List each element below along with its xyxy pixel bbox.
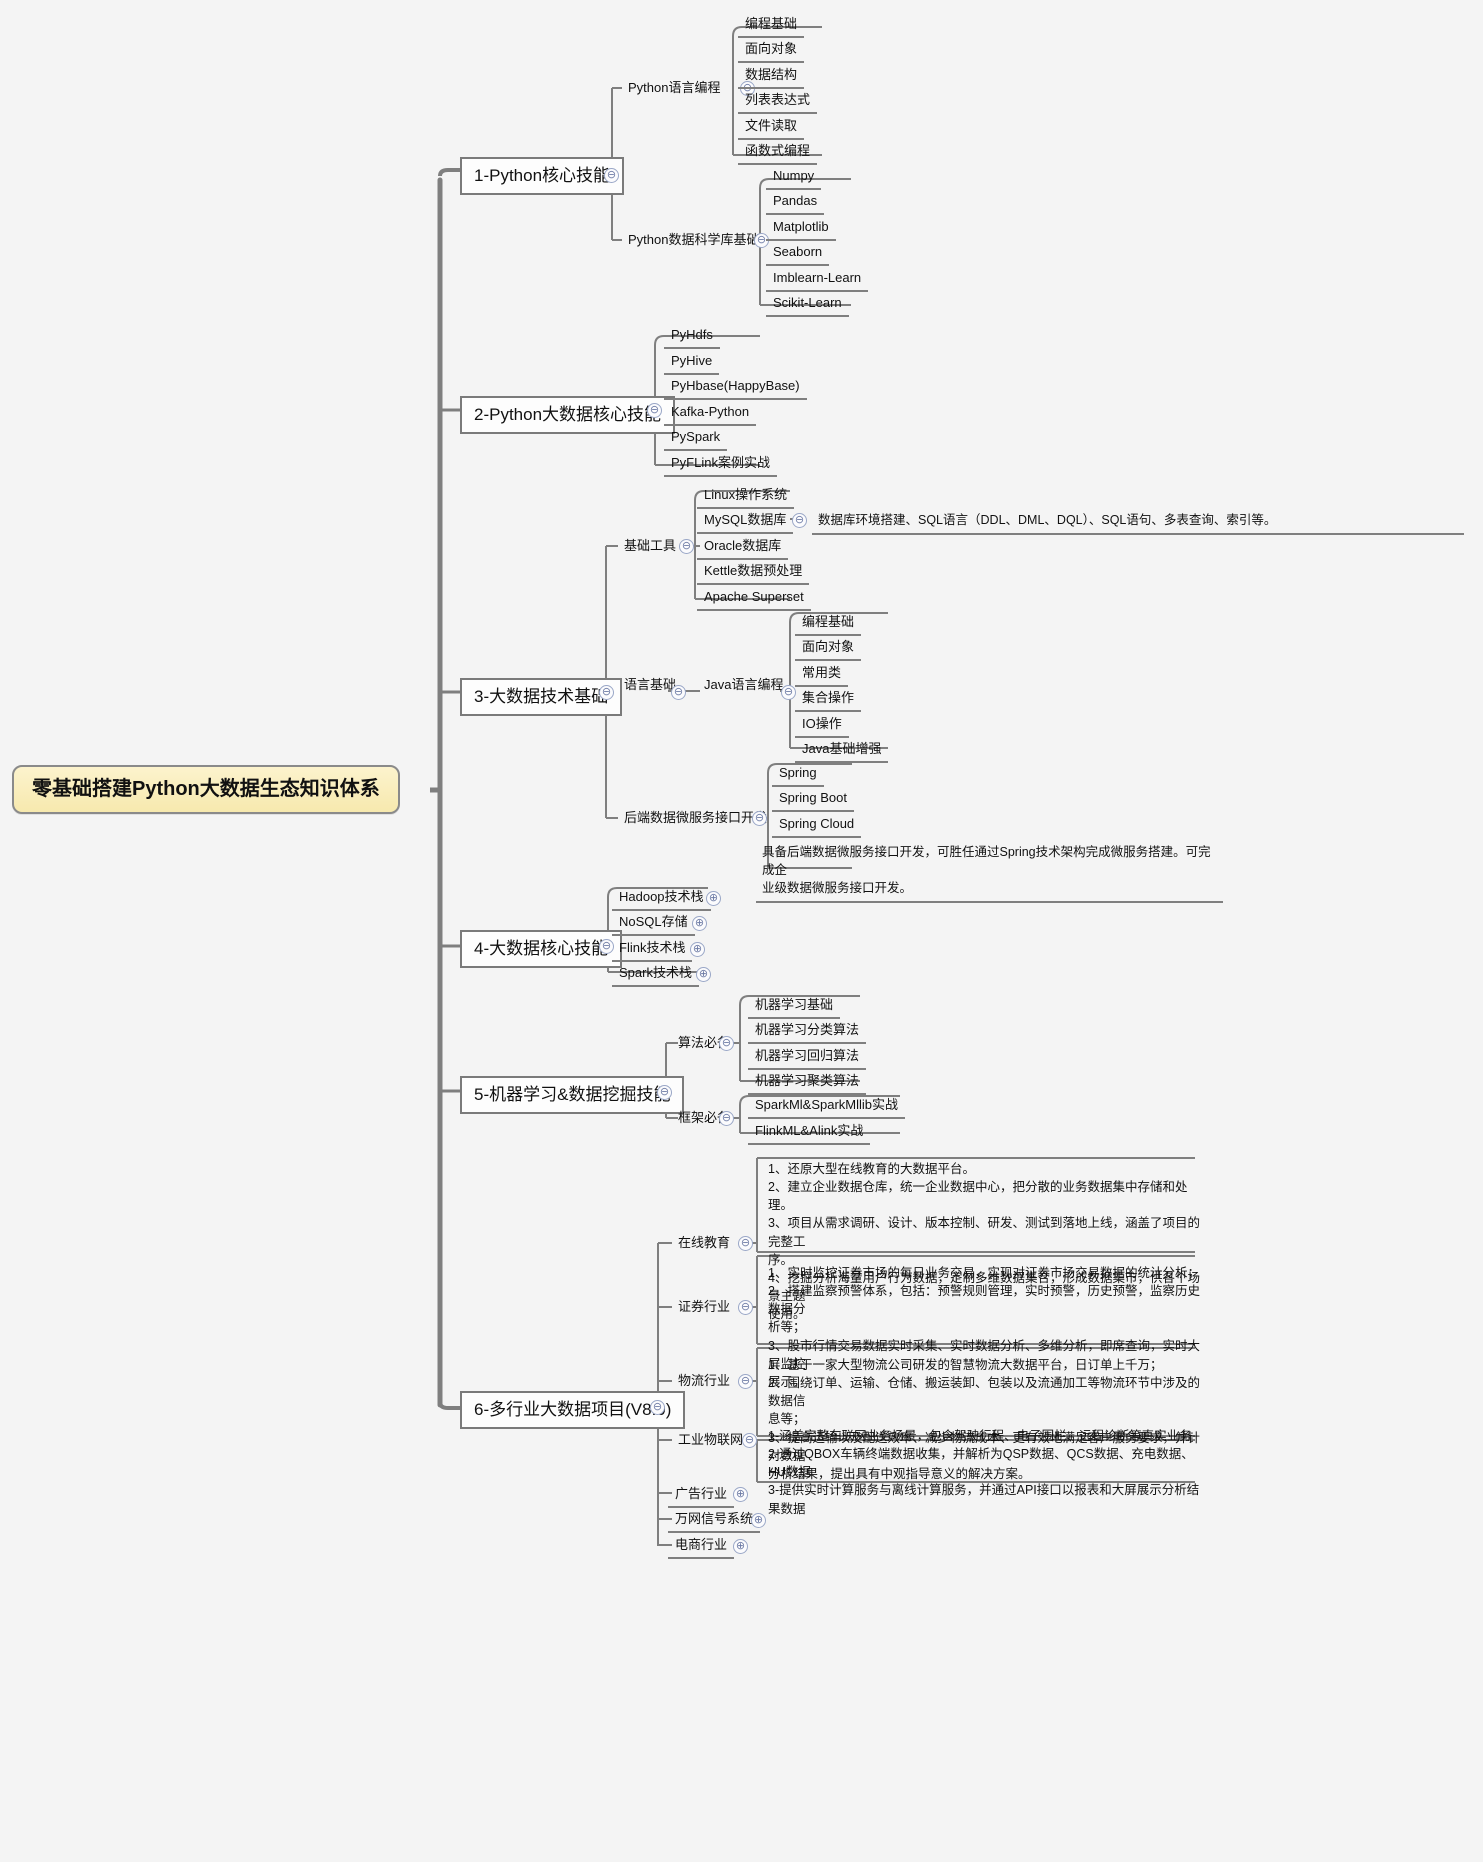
- leaf-node[interactable]: Java基础增强: [795, 740, 889, 763]
- branch-node-1[interactable]: 1-Python核心技能: [460, 157, 625, 195]
- leaf-node[interactable]: Spark技术栈: [612, 964, 699, 987]
- industry-node-advertising[interactable]: 广告行业: [668, 1485, 735, 1508]
- leaf-node[interactable]: PyFLink案例实战: [664, 454, 777, 477]
- note-industrial-iot: 1-涵盖完整车联网业务场景，包含驾驶行程、电子围栏、远程诊断等真实业务 2-通过…: [768, 1429, 1200, 1516]
- toggle-spark-stack[interactable]: ⊕: [696, 967, 711, 982]
- leaf-node[interactable]: IO操作: [795, 715, 849, 738]
- leaf-node[interactable]: 集合操作: [795, 689, 862, 712]
- group-node-backend-microservice[interactable]: 后端数据微服务接口开发: [618, 809, 773, 829]
- leaf-node[interactable]: Apache Superset: [697, 588, 811, 611]
- branch-node-5[interactable]: 5-机器学习&数据挖掘技能: [460, 1076, 685, 1114]
- toggle-advertising[interactable]: ⊕: [733, 1487, 748, 1502]
- leaf-node[interactable]: Linux操作系统: [697, 486, 795, 509]
- leaf-node[interactable]: 面向对象: [795, 638, 862, 661]
- leaf-node[interactable]: Pandas: [766, 192, 825, 215]
- toggle-industrial-iot[interactable]: ⊖: [742, 1433, 757, 1448]
- toggle-branch-5[interactable]: ⊖: [657, 1085, 672, 1100]
- toggle-securities[interactable]: ⊖: [738, 1300, 753, 1315]
- toggle-algorithms[interactable]: ⊖: [719, 1036, 734, 1051]
- toggle-nosql-storage[interactable]: ⊕: [692, 916, 707, 931]
- leaf-node[interactable]: 常用类: [795, 664, 849, 687]
- root-node[interactable]: 零基础搭建Python大数据生态知识体系: [12, 765, 400, 814]
- branch-node-3[interactable]: 3-大数据技术基础: [460, 678, 623, 716]
- note-mysql: 数据库环境搭建、SQL语言（DDL、DML、DQL）、SQL语句、多表查询、索引…: [812, 508, 1464, 536]
- leaf-node[interactable]: PyHdfs: [664, 326, 720, 349]
- leaf-node[interactable]: 机器学习聚类算法: [748, 1072, 867, 1095]
- industry-node-online-education[interactable]: 在线教育: [672, 1234, 736, 1254]
- leaf-node[interactable]: Oracle数据库: [697, 537, 789, 560]
- toggle-branch-6[interactable]: ⊖: [650, 1400, 665, 1415]
- leaf-node[interactable]: Flink技术栈: [612, 939, 693, 962]
- group-node-python-language[interactable]: Python语言编程: [622, 79, 726, 99]
- toggle-branch-2[interactable]: ⊖: [647, 403, 662, 418]
- leaf-node[interactable]: Scikit-Learn: [766, 294, 849, 317]
- leaf-node[interactable]: Kettle数据预处理: [697, 562, 810, 585]
- industry-node-logistics[interactable]: 物流行业: [672, 1372, 736, 1392]
- leaf-node[interactable]: PyHive: [664, 352, 720, 375]
- leaf-node[interactable]: Hadoop技术栈: [612, 888, 711, 911]
- industry-node-industrial-iot[interactable]: 工业物联网: [672, 1431, 749, 1451]
- leaf-node[interactable]: SparkMl&SparkMllib实战: [748, 1096, 906, 1119]
- leaf-node[interactable]: 机器学习基础: [748, 996, 841, 1019]
- mindmap-canvas: 零基础搭建Python大数据生态知识体系 1-Python核心技能 ⊖ Pyth…: [0, 0, 1483, 1862]
- leaf-node[interactable]: Spring: [772, 764, 824, 787]
- leaf-node[interactable]: Spring Cloud: [772, 815, 862, 838]
- leaf-node[interactable]: 编程基础: [738, 15, 805, 38]
- leaf-node[interactable]: 数据结构: [738, 66, 805, 89]
- leaf-node[interactable]: Matplotlib: [766, 218, 836, 241]
- toggle-mysql[interactable]: ⊖: [792, 513, 807, 528]
- toggle-basic-tools[interactable]: ⊖: [679, 539, 694, 554]
- leaf-node[interactable]: 机器学习回归算法: [748, 1047, 867, 1070]
- connector-lines: [430, 26, 1195, 1546]
- toggle-branch-3[interactable]: ⊖: [599, 685, 614, 700]
- note-backend-microservice: 具备后端数据微服务接口开发，可胜任通过Spring技术架构完成微服务搭建。可完成…: [756, 840, 1223, 904]
- toggle-ecommerce[interactable]: ⊕: [733, 1539, 748, 1554]
- toggle-flink-stack[interactable]: ⊕: [690, 942, 705, 957]
- leaf-node-mysql[interactable]: MySQL数据库: [697, 511, 794, 534]
- leaf-node[interactable]: 文件读取: [738, 117, 805, 140]
- leaf-node[interactable]: 机器学习分类算法: [748, 1021, 867, 1044]
- leaf-node[interactable]: Seaborn: [766, 243, 830, 266]
- branch-node-2[interactable]: 2-Python大数据核心技能: [460, 396, 676, 434]
- leaf-node[interactable]: Imblearn-Learn: [766, 269, 869, 292]
- toggle-hadoop-stack[interactable]: ⊕: [706, 891, 721, 906]
- toggle-wanwang-signal[interactable]: ⊕: [751, 1513, 766, 1528]
- toggle-online-education[interactable]: ⊖: [738, 1236, 753, 1251]
- branch-node-4[interactable]: 4-大数据核心技能: [460, 930, 623, 968]
- leaf-node[interactable]: 面向对象: [738, 40, 805, 63]
- industry-node-securities[interactable]: 证券行业: [672, 1298, 736, 1318]
- leaf-node[interactable]: PyHbase(HappyBase): [664, 377, 807, 400]
- leaf-node[interactable]: Kafka-Python: [664, 403, 757, 426]
- toggle-backend-microservice[interactable]: ⊖: [752, 811, 767, 826]
- leaf-node[interactable]: 编程基础: [795, 613, 862, 636]
- leaf-node[interactable]: PySpark: [664, 428, 728, 451]
- leaf-node[interactable]: 函数式编程: [738, 142, 818, 165]
- toggle-logistics[interactable]: ⊖: [738, 1374, 753, 1389]
- toggle-java-programming[interactable]: ⊖: [781, 685, 796, 700]
- leaf-node[interactable]: Numpy: [766, 167, 822, 190]
- toggle-language-basics[interactable]: ⊖: [671, 685, 686, 700]
- leaf-node[interactable]: Spring Boot: [772, 789, 854, 812]
- group-node-python-datascience[interactable]: Python数据科学库基础: [622, 231, 765, 251]
- industry-node-ecommerce[interactable]: 电商行业: [668, 1536, 735, 1559]
- industry-node-wanwang-signal[interactable]: 万网信号系统: [668, 1510, 761, 1533]
- leaf-node[interactable]: NoSQL存储: [612, 913, 695, 936]
- toggle-branch-1[interactable]: ⊖: [604, 168, 619, 183]
- leaf-node[interactable]: 列表表达式: [738, 91, 818, 114]
- leaf-node[interactable]: FlinkML&Alink实战: [748, 1122, 871, 1145]
- group-node-basic-tools[interactable]: 基础工具: [618, 537, 682, 557]
- group-node-java-programming[interactable]: Java语言编程: [698, 676, 789, 696]
- toggle-frameworks[interactable]: ⊖: [719, 1111, 734, 1126]
